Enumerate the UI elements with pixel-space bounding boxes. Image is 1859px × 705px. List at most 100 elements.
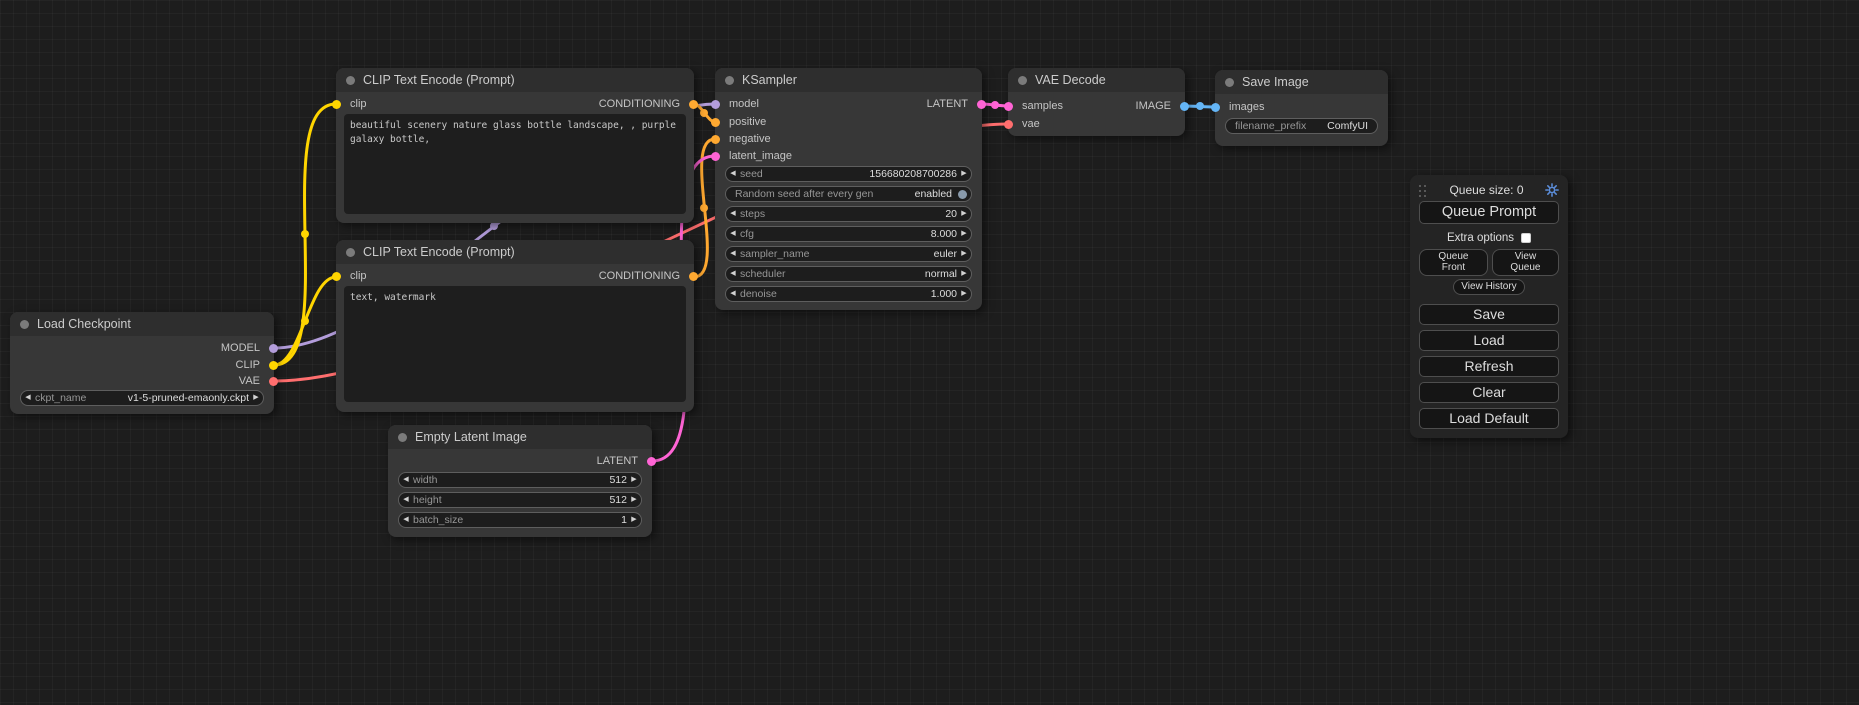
comfy-menu-panel: Queue size: 0 Queue Prompt Extra options… (1410, 175, 1568, 438)
output-slot-vae[interactable] (269, 377, 278, 386)
right-arrow-icon[interactable] (957, 267, 971, 281)
left-arrow-icon[interactable] (726, 167, 740, 181)
collapse-dot-icon[interactable] (346, 76, 355, 85)
view-queue-button[interactable]: View Queue (1492, 249, 1559, 276)
node-vae-decode[interactable]: VAE Decode samples vae IMAGE (1008, 68, 1185, 136)
ckpt-name-widget[interactable]: ckpt_name v1-5-pruned-emaonly.ckpt (20, 390, 264, 406)
output-slot-image[interactable] (1180, 102, 1189, 111)
right-arrow-icon[interactable] (957, 207, 971, 221)
input-slot-positive[interactable] (711, 118, 720, 127)
input-slot-negative[interactable] (711, 135, 720, 144)
input-slot-samples[interactable] (1004, 102, 1013, 111)
wire-model-middot (490, 222, 498, 230)
seed-widget[interactable]: seed 156680208700286 (725, 166, 972, 182)
refresh-button[interactable]: Refresh (1419, 356, 1559, 377)
right-arrow-icon[interactable] (957, 227, 971, 241)
random-seed-toggle[interactable]: Random seed after every gen enabled (725, 186, 972, 202)
gear-icon[interactable] (1545, 183, 1559, 197)
load-button[interactable]: Load (1419, 330, 1559, 351)
input-slot-latent-image[interactable] (711, 152, 720, 161)
widget-value: euler (934, 247, 957, 261)
right-arrow-icon[interactable] (249, 391, 263, 405)
output-slot-latent[interactable] (977, 100, 986, 109)
height-widget[interactable]: height 512 (398, 492, 642, 508)
wire-clip-positive-middot (301, 230, 309, 238)
input-slot-label: clip (350, 96, 367, 113)
input-slot-model[interactable] (711, 100, 720, 109)
output-slot-conditioning[interactable] (689, 272, 698, 281)
node-title-bar[interactable]: VAE Decode (1008, 68, 1185, 92)
steps-widget[interactable]: steps 20 (725, 206, 972, 222)
output-slot-label: CONDITIONING (599, 96, 680, 113)
input-slot-clip[interactable] (332, 100, 341, 109)
output-slot-clip[interactable] (269, 361, 278, 370)
widget-name: height (413, 493, 442, 507)
output-slot-label: CONDITIONING (599, 268, 680, 285)
node-title-bar[interactable]: CLIP Text Encode (Prompt) (336, 240, 694, 264)
filename-prefix-widget[interactable]: filename_prefix ComfyUI (1225, 118, 1378, 134)
right-arrow-icon[interactable] (957, 167, 971, 181)
output-slot-conditioning[interactable] (689, 100, 698, 109)
queue-front-button[interactable]: Queue Front (1419, 249, 1488, 276)
extra-options-checkbox[interactable] (1521, 233, 1531, 243)
view-history-button[interactable]: View History (1453, 279, 1524, 295)
node-empty-latent-image[interactable]: Empty Latent Image LATENT width 512 heig… (388, 425, 652, 537)
load-default-button[interactable]: Load Default (1419, 408, 1559, 429)
drag-dots-icon[interactable] (1419, 184, 1428, 197)
node-title-bar[interactable]: KSampler (715, 68, 982, 92)
clear-button[interactable]: Clear (1419, 382, 1559, 403)
node-title-bar[interactable]: Load Checkpoint (10, 312, 274, 336)
queue-prompt-button[interactable]: Queue Prompt (1419, 201, 1559, 224)
node-title-bar[interactable]: Empty Latent Image (388, 425, 652, 449)
scheduler-widget[interactable]: scheduler normal (725, 266, 972, 282)
sampler-name-widget[interactable]: sampler_name euler (725, 246, 972, 262)
right-arrow-icon[interactable] (957, 247, 971, 261)
denoise-widget[interactable]: denoise 1.000 (725, 286, 972, 302)
output-slot-model[interactable] (269, 344, 278, 353)
left-arrow-icon[interactable] (726, 227, 740, 241)
right-arrow-icon[interactable] (627, 513, 641, 527)
collapse-dot-icon[interactable] (398, 433, 407, 442)
left-arrow-icon[interactable] (21, 391, 35, 405)
collapse-dot-icon[interactable] (1018, 76, 1027, 85)
toggle-dot-icon[interactable] (958, 190, 967, 199)
node-load-checkpoint[interactable]: Load Checkpoint MODEL CLIP VAE ckpt_name… (10, 312, 274, 414)
node-title-bar[interactable]: Save Image (1215, 70, 1388, 94)
left-arrow-icon[interactable] (726, 207, 740, 221)
node-clip-text-encode-positive[interactable]: CLIP Text Encode (Prompt) clip CONDITION… (336, 68, 694, 223)
cfg-widget[interactable]: cfg 8.000 (725, 226, 972, 242)
graph-canvas[interactable]: Load Checkpoint MODEL CLIP VAE ckpt_name… (0, 0, 1859, 705)
node-title-bar[interactable]: CLIP Text Encode (Prompt) (336, 68, 694, 92)
collapse-dot-icon[interactable] (20, 320, 29, 329)
collapse-dot-icon[interactable] (725, 76, 734, 85)
collapse-dot-icon[interactable] (1225, 78, 1234, 87)
left-arrow-icon[interactable] (726, 287, 740, 301)
input-slot-vae[interactable] (1004, 120, 1013, 129)
node-ksampler[interactable]: KSampler model positive negative latent_… (715, 68, 982, 310)
left-arrow-icon[interactable] (726, 267, 740, 281)
input-slot-label: model (729, 96, 759, 113)
right-arrow-icon[interactable] (957, 287, 971, 301)
widget-name: seed (740, 167, 763, 181)
right-arrow-icon[interactable] (627, 493, 641, 507)
node-save-image[interactable]: Save Image images filename_prefix ComfyU… (1215, 70, 1388, 146)
widget-value: v1-5-pruned-emaonly.ckpt (128, 391, 249, 405)
node-clip-text-encode-negative[interactable]: CLIP Text Encode (Prompt) clip CONDITION… (336, 240, 694, 412)
left-arrow-icon[interactable] (399, 473, 413, 487)
width-widget[interactable]: width 512 (398, 472, 642, 488)
node-title: KSampler (742, 73, 797, 87)
node-title: CLIP Text Encode (Prompt) (363, 245, 515, 259)
positive-prompt-textarea[interactable]: beautiful scenery nature glass bottle la… (344, 114, 686, 214)
batch-size-widget[interactable]: batch_size 1 (398, 512, 642, 528)
left-arrow-icon[interactable] (399, 493, 413, 507)
output-slot-latent[interactable] (647, 457, 656, 466)
left-arrow-icon[interactable] (399, 513, 413, 527)
wire-image-middot (1196, 102, 1204, 110)
input-slot-clip[interactable] (332, 272, 341, 281)
save-button[interactable]: Save (1419, 304, 1559, 325)
left-arrow-icon[interactable] (726, 247, 740, 261)
right-arrow-icon[interactable] (627, 473, 641, 487)
input-slot-images[interactable] (1211, 103, 1220, 112)
negative-prompt-textarea[interactable]: text, watermark (344, 286, 686, 402)
collapse-dot-icon[interactable] (346, 248, 355, 257)
